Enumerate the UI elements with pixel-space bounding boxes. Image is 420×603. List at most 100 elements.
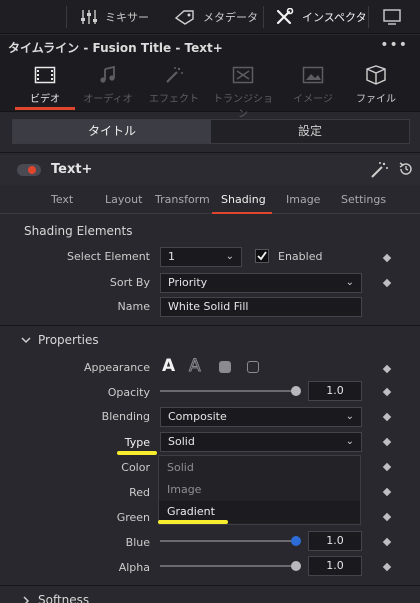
keyframe-diamond-icon[interactable] xyxy=(382,278,392,288)
chevron-right-icon[interactable] xyxy=(21,596,31,603)
keyframe-diamond-icon[interactable] xyxy=(382,562,392,572)
toolbar-divider xyxy=(263,6,264,28)
blue-label: Blue xyxy=(125,536,150,549)
fullscreen-button[interactable] xyxy=(382,0,402,34)
transition-icon xyxy=(232,66,254,84)
chevron-down-icon: ⌄ xyxy=(345,436,354,447)
enabled-checkbox[interactable] xyxy=(255,249,269,263)
name-field[interactable]: White Solid Fill xyxy=(160,297,362,317)
node-header: Text+ xyxy=(0,155,420,185)
keyframe-diamond-icon[interactable] xyxy=(382,412,392,422)
opacity-label: Opacity xyxy=(107,386,150,399)
keyframe-diamond-icon[interactable] xyxy=(382,487,392,497)
inspector-title-bar: タイムライン - Fusion Title - Text+ ••• xyxy=(0,35,420,59)
shading-elements-heading: Shading Elements xyxy=(24,224,133,238)
alpha-slider[interactable] xyxy=(160,561,301,571)
tab-audio-label: オーディオ xyxy=(83,94,133,105)
appearance-label: Appearance xyxy=(83,361,150,374)
mixer-label: ミキサー xyxy=(105,11,149,24)
alpha-slider-handle[interactable] xyxy=(291,561,301,571)
keyframe-diamond-icon[interactable] xyxy=(382,437,392,447)
keyframe-diamond-icon[interactable] xyxy=(382,387,392,397)
section-divider xyxy=(0,585,420,586)
tab-file[interactable]: ファイル xyxy=(346,65,406,111)
panel-title: タイムライン - Fusion Title - Text+ xyxy=(8,41,223,55)
keyframe-diamond-icon[interactable] xyxy=(382,364,392,374)
softness-heading: Softness xyxy=(38,593,90,603)
keyframe-diamond-icon[interactable] xyxy=(382,537,392,547)
tab-text[interactable]: Text xyxy=(51,193,73,206)
type-option-image[interactable]: Image xyxy=(159,479,360,501)
tab-image-label: イメージ xyxy=(293,94,333,105)
film-icon xyxy=(34,66,56,84)
chevron-down-icon: ⌄ xyxy=(225,251,234,262)
blending-value: Composite xyxy=(168,410,227,423)
toolbar-divider xyxy=(368,6,369,28)
blue-slider-handle[interactable] xyxy=(291,536,301,546)
blue-value-field[interactable]: 1.0 xyxy=(308,531,362,551)
mixer-icon xyxy=(81,10,97,24)
keyframe-diamond-icon[interactable] xyxy=(382,512,392,522)
sort-by-label: Sort By xyxy=(109,276,150,289)
checkmark-icon xyxy=(257,251,267,261)
select-element-label: Select Element xyxy=(67,250,150,263)
keyframe-diamond-icon[interactable] xyxy=(382,253,392,263)
sort-by-value: Priority xyxy=(168,276,208,289)
segment-title[interactable]: タイトル xyxy=(13,120,211,143)
chevron-down-icon[interactable] xyxy=(21,335,31,345)
section-divider xyxy=(0,152,420,153)
sort-by-dropdown[interactable]: Priority ⌄ xyxy=(160,273,362,293)
block-icon[interactable] xyxy=(219,361,231,373)
type-dropdown[interactable]: Solid ⌄ xyxy=(160,432,362,452)
keyframe-diamond-icon[interactable] xyxy=(382,462,392,472)
tools-icon xyxy=(276,8,294,25)
tab-transition-label: トランジション xyxy=(213,94,273,120)
tab-image-sub[interactable]: Image xyxy=(286,193,320,206)
file-icon xyxy=(366,65,386,85)
color-label: Color xyxy=(121,461,150,474)
select-element-dropdown[interactable]: 1 ⌄ xyxy=(160,247,242,267)
metadata-button[interactable]: メタデータ xyxy=(174,0,258,34)
reset-icon[interactable] xyxy=(398,161,414,177)
alpha-value-field[interactable]: 1.0 xyxy=(308,556,362,576)
blue-slider[interactable] xyxy=(160,536,301,546)
tab-transition[interactable]: トランジション xyxy=(212,65,274,120)
mixer-button[interactable]: ミキサー xyxy=(80,0,149,34)
text-subtabs: Text Layout Transform Shading Image Sett… xyxy=(0,186,420,214)
chevron-down-icon: ⌄ xyxy=(345,277,354,288)
type-option-solid[interactable]: Solid xyxy=(159,457,360,479)
tab-layout[interactable]: Layout xyxy=(105,193,142,206)
text-outline-icon[interactable]: A xyxy=(189,356,202,377)
music-note-icon xyxy=(100,66,115,83)
rounded-frame-icon[interactable] xyxy=(247,361,259,373)
tab-image[interactable]: イメージ xyxy=(283,65,343,111)
inspector-label: インスペクタ xyxy=(302,11,367,24)
opacity-slider[interactable] xyxy=(160,386,301,396)
green-label: Green xyxy=(116,511,150,524)
tab-shading[interactable]: Shading xyxy=(221,193,266,206)
node-enable-toggle[interactable] xyxy=(17,164,41,176)
red-label: Red xyxy=(129,486,150,499)
type-dropdown-menu: Solid Image Gradient xyxy=(158,455,361,525)
tab-audio[interactable]: オーディオ xyxy=(78,65,138,111)
title-settings-switch: タイトル 設定 xyxy=(12,119,410,144)
segment-settings[interactable]: 設定 xyxy=(211,120,409,143)
text-fill-icon[interactable]: A xyxy=(162,356,175,376)
tab-effects-label: エフェクト xyxy=(149,94,199,105)
opacity-value-field[interactable]: 1.0 xyxy=(308,381,362,401)
tab-video[interactable]: ビデオ xyxy=(15,65,75,111)
chevron-down-icon: ⌄ xyxy=(345,411,354,422)
more-options-icon[interactable]: ••• xyxy=(380,37,408,53)
type-label: Type xyxy=(124,436,150,449)
toolbar-divider xyxy=(66,6,67,28)
blending-dropdown[interactable]: Composite ⌄ xyxy=(160,407,362,427)
tab-transform[interactable]: Transform xyxy=(155,193,210,206)
tab-settings-sub[interactable]: Settings xyxy=(341,193,386,206)
magic-wand-icon[interactable] xyxy=(369,161,389,179)
blending-label: Blending xyxy=(101,410,150,423)
inspector-button[interactable]: インスペクタ xyxy=(275,0,367,34)
tab-effects[interactable]: エフェクト xyxy=(144,65,204,111)
properties-heading: Properties xyxy=(38,333,99,347)
active-tab-indicator xyxy=(212,212,272,214)
opacity-slider-handle[interactable] xyxy=(291,386,301,396)
